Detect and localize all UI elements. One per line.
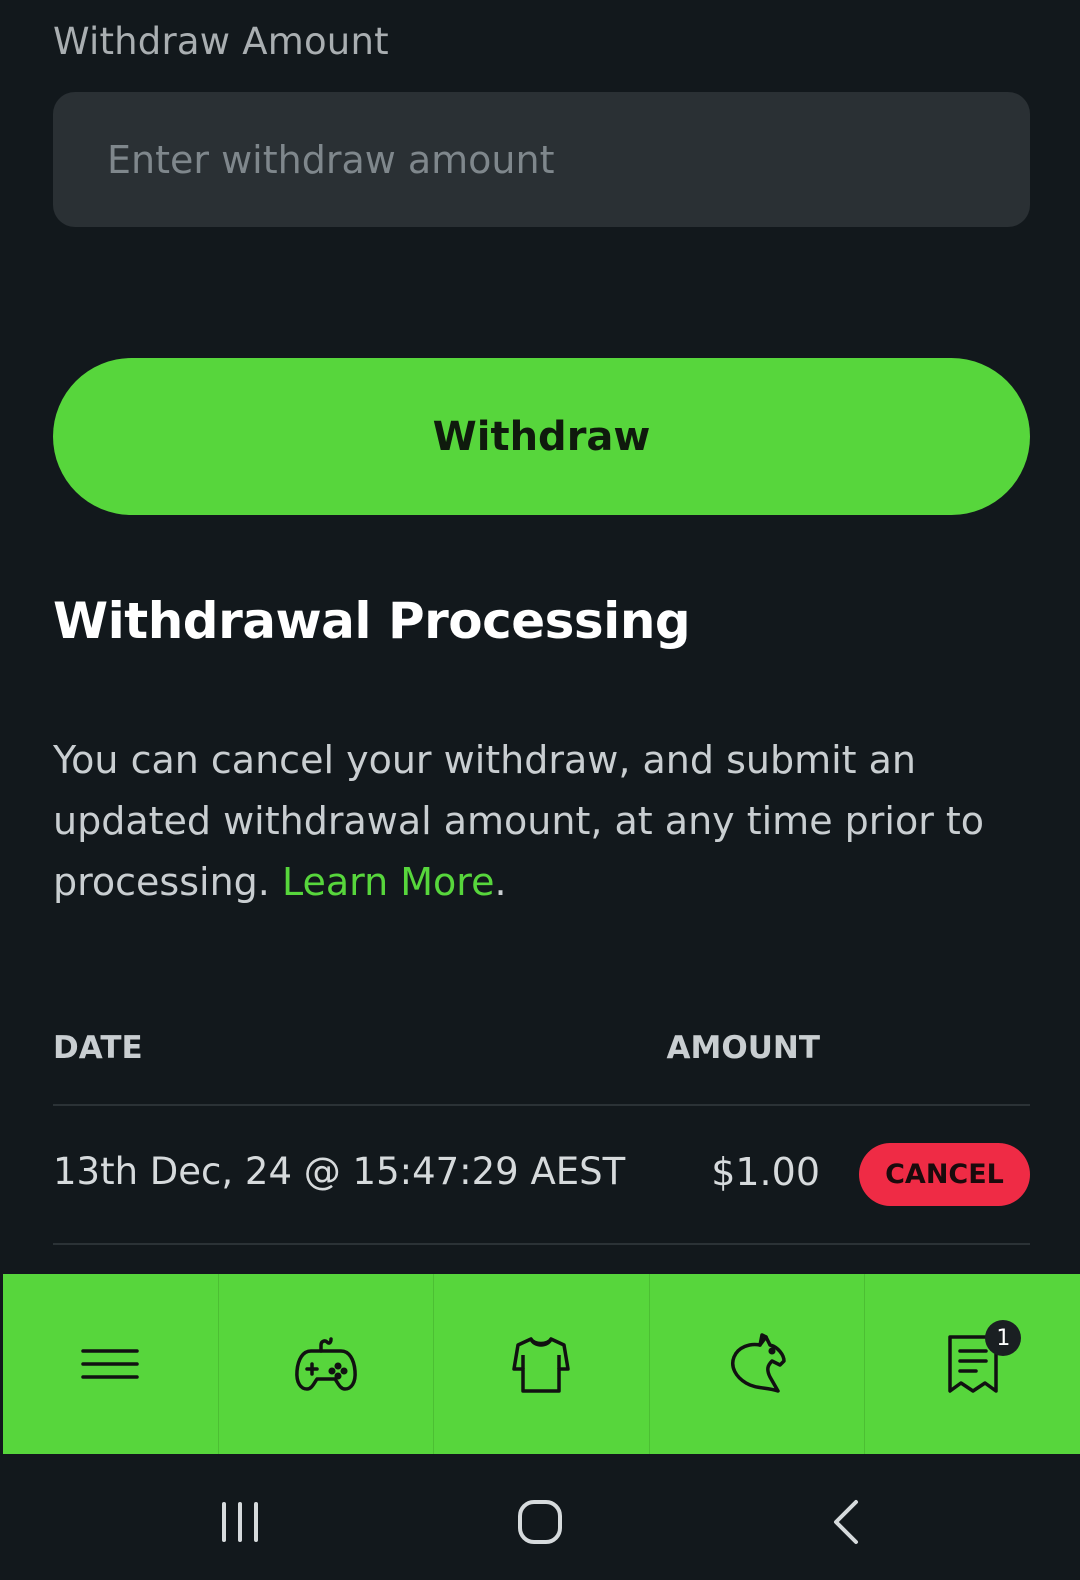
cancel-button[interactable]: CANCEL — [859, 1143, 1030, 1206]
shirt-icon — [512, 1337, 571, 1393]
nav-menu[interactable] — [3, 1274, 219, 1454]
learn-more-link[interactable]: Learn More — [282, 860, 495, 904]
menu-icon — [81, 1349, 140, 1379]
section-title: Withdrawal Processing — [53, 592, 691, 650]
row-amount: $1.00 — [711, 1150, 820, 1194]
header-date: DATE — [53, 1030, 143, 1066]
nav-shop[interactable] — [434, 1274, 650, 1454]
row-date: 13th Dec, 24 @ 15:47:29 AEST — [53, 1150, 626, 1193]
header-amount: AMOUNT — [666, 1030, 820, 1066]
system-navigation-bar — [0, 1454, 1080, 1580]
withdraw-amount-label: Withdraw Amount — [53, 20, 389, 63]
withdraw-button[interactable]: Withdraw — [53, 358, 1030, 515]
gamepad-icon — [295, 1337, 357, 1391]
info-text: You can cancel your withdraw, and submit… — [53, 730, 1013, 913]
info-text-body: You can cancel your withdraw, and submit… — [53, 738, 985, 904]
withdraw-page: Withdraw Amount Withdraw Withdrawal Proc… — [0, 0, 1080, 1580]
recent-apps-icon[interactable] — [210, 1492, 270, 1552]
notification-badge: 1 — [985, 1320, 1022, 1356]
table-divider — [53, 1243, 1030, 1245]
back-icon[interactable] — [816, 1492, 876, 1552]
table-row: 13th Dec, 24 @ 15:47:29 AEST $1.00 CANCE… — [53, 1106, 1030, 1242]
info-text-end: . — [494, 860, 507, 904]
bottom-nav: 1 — [3, 1274, 1080, 1454]
nav-games[interactable] — [219, 1274, 435, 1454]
table-header: DATE AMOUNT — [53, 1020, 1030, 1080]
nav-bets[interactable]: 1 — [865, 1274, 1080, 1454]
home-icon[interactable] — [510, 1492, 570, 1552]
withdraw-amount-input[interactable] — [53, 92, 1030, 227]
horse-icon — [731, 1333, 786, 1393]
nav-racing[interactable] — [650, 1274, 866, 1454]
